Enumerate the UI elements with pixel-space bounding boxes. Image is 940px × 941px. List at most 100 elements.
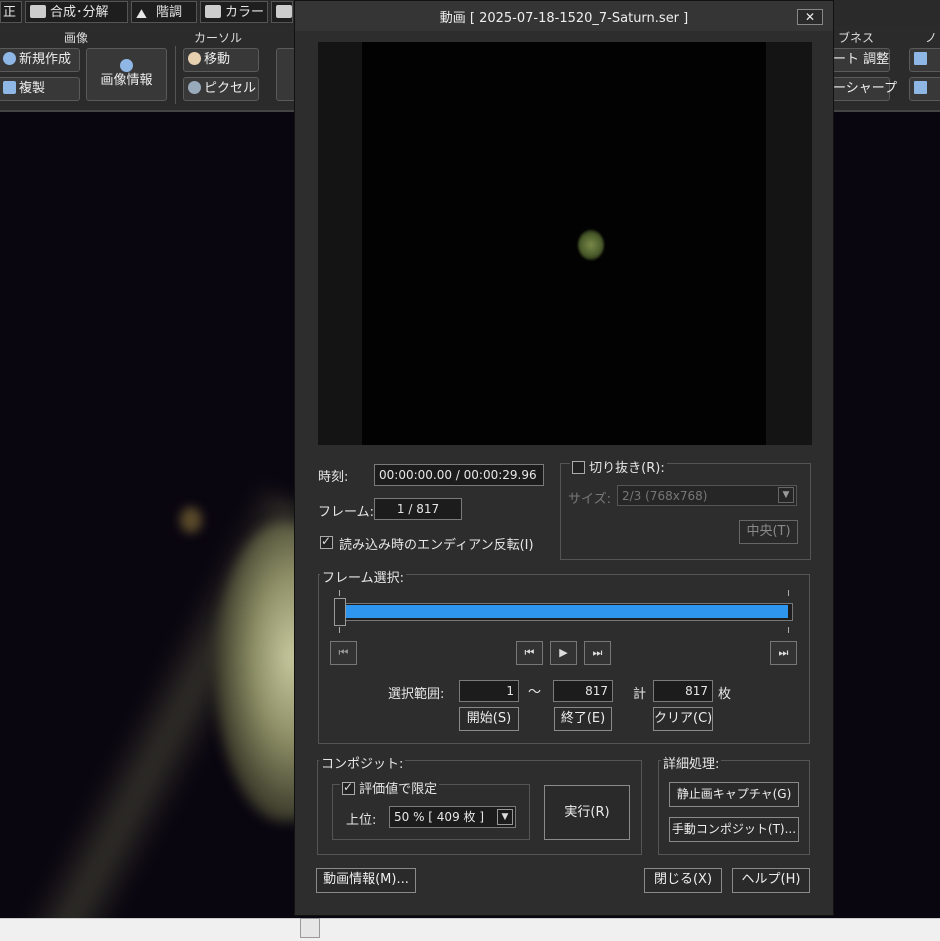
time-field: 00:00:00.00 / 00:00:29.96 — [374, 464, 544, 486]
crop-title-wrap: 切り抜き(R): — [570, 457, 667, 476]
group-label-far-right: ノ — [925, 31, 938, 45]
far-right-button-2[interactable] — [909, 77, 940, 101]
eval-checkbox[interactable] — [342, 780, 355, 795]
saturn-ring-edge — [180, 507, 202, 533]
tab-levels[interactable]: ⛰ 階調 — [131, 1, 197, 23]
tab-color[interactable]: カラー — [200, 1, 268, 23]
new-label: 新規作成 — [19, 52, 72, 67]
duplicate-button[interactable]: 複製 — [0, 77, 80, 101]
far-right-button-1[interactable] — [909, 48, 940, 72]
saturn-preview-image — [578, 230, 604, 260]
crop-size-value: 2/3 (768x768) — [622, 489, 708, 503]
dialog-title: 動画 [ 2025-07-18-1520_7-Saturn.ser ] — [439, 11, 689, 26]
group-label-right: ブネス — [838, 31, 875, 45]
sharp-label: ーシャープ — [833, 81, 897, 96]
tab-correction[interactable]: 正 — [0, 1, 22, 23]
ribbon-separator — [175, 46, 176, 104]
detail-title: 詳細処理: — [661, 753, 722, 772]
eval-label: 評価値で限定 — [359, 782, 438, 797]
top-value: 50 % [ 409 枚 ] — [394, 810, 485, 824]
crop-size-select[interactable]: 2/3 (768x768) — [617, 485, 797, 506]
tab-overflow[interactable] — [271, 1, 293, 23]
chevron-down-icon[interactable]: ▼ — [778, 487, 794, 503]
group-label-cursor: カーソル — [194, 31, 243, 45]
histogram-icon — [205, 5, 221, 18]
frame-slider-thumb[interactable] — [334, 598, 346, 626]
close-icon[interactable]: ✕ — [797, 9, 823, 25]
top-label: 上位: — [346, 813, 377, 828]
prev-frame-icon[interactable]: ⏮ — [516, 641, 543, 665]
run-button[interactable]: 実行(R) — [544, 785, 630, 840]
slider-tick — [339, 590, 340, 596]
video-preview — [318, 42, 812, 445]
tab-label: 階調 — [156, 5, 183, 20]
tab-label: 正 — [3, 5, 17, 20]
ribbon-partial-button[interactable] — [276, 48, 296, 101]
group-label-image: 画像 — [64, 31, 89, 45]
first-frame-icon[interactable]: ⏮ — [330, 641, 357, 665]
chevron-down-icon[interactable]: ▼ — [497, 809, 513, 825]
duplicate-icon — [3, 81, 16, 94]
move-button[interactable]: 移動 — [183, 48, 259, 72]
status-bar — [0, 918, 940, 941]
center-button[interactable]: 中央(T) — [739, 520, 798, 544]
chart-icon — [914, 81, 927, 94]
last-frame-icon[interactable]: ⏭ — [770, 641, 797, 665]
composite-title: コンポジット: — [319, 753, 406, 772]
move-label: 移動 — [204, 52, 231, 67]
tab-label: 合成･分解 — [50, 5, 109, 20]
help-button[interactable]: ヘルプ(H) — [732, 868, 810, 893]
slider-tick — [788, 590, 789, 596]
frame-range-fill — [346, 605, 788, 618]
window-icon — [914, 52, 927, 65]
time-label: 時刻: — [318, 470, 349, 485]
duplicate-label: 複製 — [19, 81, 46, 96]
range-end-field[interactable]: 817 — [553, 680, 613, 702]
crop-title: 切り抜き(R): — [589, 461, 665, 476]
play-icon[interactable]: ▶ — [550, 641, 577, 665]
total-field: 817 — [653, 680, 713, 702]
frame-select-title: フレーム選択: — [320, 567, 406, 586]
levels-icon: ⛰ — [136, 7, 147, 22]
plus-icon — [3, 52, 16, 65]
manual-composite-button[interactable]: 手動コンポジット(T)... — [669, 817, 799, 842]
crop-checkbox[interactable] — [572, 461, 585, 474]
slider-tick — [339, 627, 340, 633]
clear-button[interactable]: クリア(C) — [653, 707, 713, 731]
frame-label: フレーム: — [318, 505, 374, 520]
crop-size-label: サイズ: — [568, 492, 611, 507]
pixel-label: ピクセル — [204, 81, 257, 96]
info-icon — [120, 59, 133, 72]
end-button[interactable]: 終了(E) — [554, 707, 612, 731]
image-info-button[interactable]: 画像情報 — [86, 48, 167, 101]
slider-tick — [788, 627, 789, 633]
tool-icon — [276, 5, 292, 18]
close-button[interactable]: 閉じる(X) — [644, 868, 722, 893]
hand-icon — [188, 52, 201, 65]
frame-field: 1 / 817 — [374, 498, 462, 520]
pixel-button[interactable]: ピクセル — [183, 77, 259, 101]
adjust-button[interactable]: ート 調整 — [830, 48, 890, 72]
crop-group — [560, 463, 811, 560]
dialog-titlebar[interactable]: 動画 [ 2025-07-18-1520_7-Saturn.ser ] ✕ — [295, 1, 833, 31]
tab-composite-split[interactable]: 合成･分解 — [25, 1, 128, 23]
composite-icon — [30, 5, 46, 18]
pixel-icon — [188, 81, 201, 94]
start-button[interactable]: 開始(S) — [459, 707, 519, 731]
new-button[interactable]: 新規作成 — [0, 48, 80, 72]
video-frame — [362, 42, 766, 445]
total-label: 計 — [633, 687, 647, 702]
scrollbar-thumb[interactable] — [300, 918, 320, 938]
capture-button[interactable]: 静止画キャプチャ(G) — [669, 782, 799, 807]
sharp-button[interactable]: ーシャープ — [830, 77, 897, 101]
video-info-button[interactable]: 動画情報(M)... — [316, 868, 416, 893]
adjust-label: ート 調整 — [833, 52, 890, 67]
tab-label: カラー — [225, 5, 265, 20]
endian-checkbox[interactable] — [320, 534, 333, 549]
eval-title-wrap: 評価値で限定 — [340, 778, 440, 797]
range-separator: 〜 — [528, 685, 542, 700]
range-start-field[interactable]: 1 — [459, 680, 519, 702]
next-frame-icon[interactable]: ⏭ — [584, 641, 611, 665]
total-unit: 枚 — [718, 687, 732, 702]
endian-label: 読み込み時のエンディアン反転(I) — [339, 538, 534, 553]
